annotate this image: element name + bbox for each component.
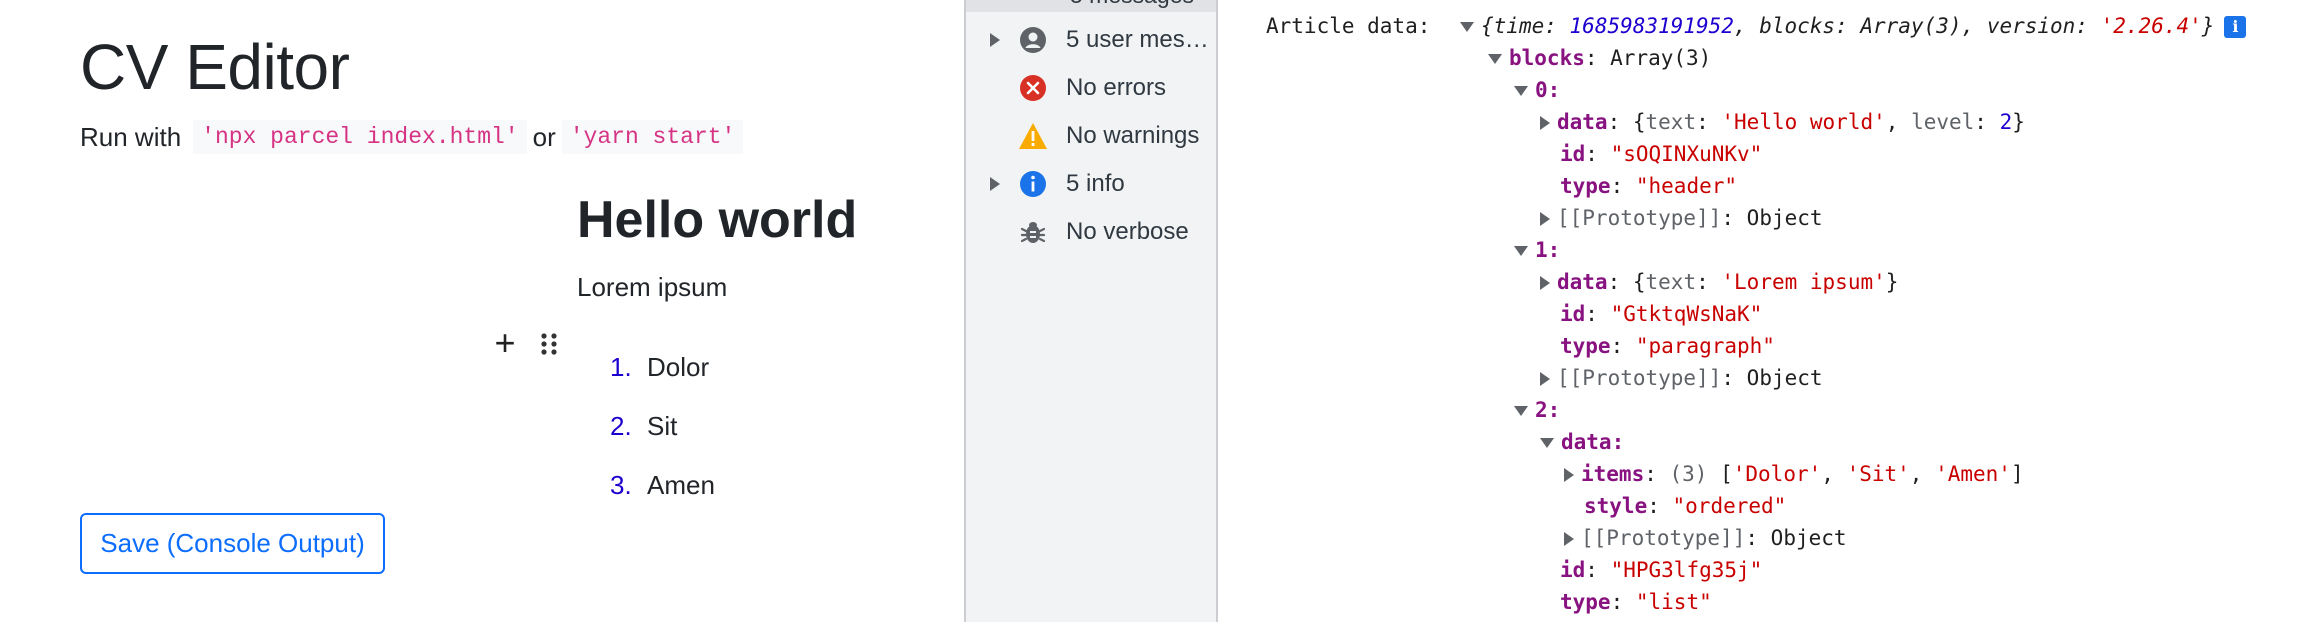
block-0-row[interactable]: 0: bbox=[1514, 74, 1560, 106]
log-label: Article data: bbox=[1266, 14, 1431, 38]
sidebar-item-label: No warnings bbox=[1066, 122, 1200, 149]
expand-arrow-icon[interactable] bbox=[990, 33, 1002, 47]
expand-arrow-icon[interactable] bbox=[1564, 532, 1574, 546]
object-root-row[interactable]: {time: 1685983191952, blocks: Array(3), … bbox=[1460, 10, 2247, 42]
info-icon bbox=[1018, 169, 1048, 199]
sidebar-item-info[interactable]: 5 info bbox=[966, 160, 1216, 208]
expand-arrow-icon[interactable] bbox=[990, 177, 1002, 191]
user-circle-icon bbox=[1018, 25, 1048, 55]
list-item[interactable]: 2. Sit bbox=[610, 397, 715, 456]
sidebar-item-label: No verbose bbox=[1066, 218, 1189, 245]
block-0-type-row: type: "header" bbox=[1560, 174, 1738, 198]
sidebar-item-user-messages[interactable]: 5 user mes… bbox=[966, 16, 1216, 64]
editor-list-block[interactable]: 1. Dolor 2. Sit 3. Amen bbox=[610, 338, 715, 515]
sidebar-item-warnings[interactable]: No warnings bbox=[966, 112, 1216, 160]
sidebar-item-label: 5 info bbox=[1066, 170, 1125, 197]
editor-paragraph-block[interactable]: Lorem ipsum bbox=[577, 272, 727, 303]
list-item-number: 2. bbox=[610, 411, 632, 441]
expand-arrow-icon[interactable] bbox=[1540, 212, 1550, 226]
page-title: CV Editor bbox=[80, 31, 350, 103]
list-item[interactable]: 3. Amen bbox=[610, 456, 715, 515]
expand-arrow-icon[interactable] bbox=[1540, 276, 1550, 290]
block-1-data-row[interactable]: data: {text: 'Lorem ipsum'} bbox=[1540, 266, 1898, 298]
add-block-plus-icon[interactable]: + bbox=[490, 322, 520, 363]
list-item-text: Sit bbox=[647, 411, 678, 441]
block-2-data-row[interactable]: data: bbox=[1540, 426, 1624, 458]
run-prefix: Run with bbox=[80, 121, 182, 152]
sidebar-item-label: 5 user mes… bbox=[1066, 26, 1209, 53]
block-0-prototype-row[interactable]: [[Prototype]]: Object bbox=[1540, 202, 1823, 234]
block-1-id-row: id: "GtktqWsNaK" bbox=[1560, 302, 1763, 326]
run-instructions: Run with 'npx parcel index.html' or 'yar… bbox=[80, 120, 749, 154]
block-2-id-row: id: "HPG3lfg35j" bbox=[1560, 558, 1763, 582]
drag-handle-icon[interactable] bbox=[538, 330, 560, 360]
collapse-arrow-icon[interactable] bbox=[1460, 22, 1474, 32]
sidebar-item-verbose[interactable]: No verbose bbox=[966, 208, 1216, 256]
collapse-arrow-icon[interactable] bbox=[1514, 406, 1528, 416]
block-2-style-row: style: "ordered" bbox=[1584, 494, 1787, 518]
block-2-type-row: type: "list" bbox=[1560, 590, 1712, 614]
command-parcel: 'npx parcel index.html' bbox=[193, 120, 527, 154]
list-item-text: Dolor bbox=[647, 352, 710, 382]
collapse-arrow-icon[interactable] bbox=[1540, 438, 1554, 448]
block-2-inner-prototype-row[interactable]: [[Prototype]]: Object bbox=[1564, 522, 1847, 554]
info-badge-icon[interactable]: i bbox=[2224, 16, 2247, 38]
list-item-text: Amen bbox=[647, 470, 715, 500]
app-pane: CV Editor Run with 'npx parcel index.htm… bbox=[0, 0, 964, 622]
block-0-data-row[interactable]: data: {text: 'Hello world', level: 2} bbox=[1540, 106, 2025, 138]
block-0-id-row: id: "sOQINXuNKv" bbox=[1560, 142, 1763, 166]
list-item-number: 1. bbox=[610, 352, 632, 382]
blocks-row[interactable]: blocks: Array(3) bbox=[1488, 42, 1711, 74]
error-icon bbox=[1018, 73, 1048, 103]
command-yarn: 'yarn start' bbox=[561, 120, 744, 154]
collapse-arrow-icon[interactable] bbox=[1514, 246, 1528, 256]
block-1-row[interactable]: 1: bbox=[1514, 234, 1560, 266]
bug-icon bbox=[1018, 217, 1048, 247]
collapse-arrow-icon[interactable] bbox=[1488, 54, 1502, 64]
expand-arrow-icon[interactable] bbox=[1540, 372, 1550, 386]
console-output: Article data: {time: 1685983191952, bloc… bbox=[1218, 0, 2318, 622]
sidebar-messages-item[interactable]: 5 messages bbox=[966, 0, 1216, 12]
block-2-row[interactable]: 2: bbox=[1514, 394, 1560, 426]
list-item[interactable]: 1. Dolor bbox=[610, 338, 715, 397]
run-or: or bbox=[532, 121, 556, 152]
editor-heading-block[interactable]: Hello world bbox=[577, 190, 857, 250]
expand-arrow-icon[interactable] bbox=[1540, 116, 1550, 130]
sidebar-item-label: No errors bbox=[1066, 74, 1167, 101]
warning-icon bbox=[1018, 121, 1048, 151]
expand-arrow-icon[interactable] bbox=[1564, 468, 1574, 482]
block-2-items-row[interactable]: items: (3) ['Dolor', 'Sit', 'Amen'] bbox=[1564, 458, 2024, 490]
sidebar-item-errors[interactable]: No errors bbox=[966, 64, 1216, 112]
block-1-prototype-row[interactable]: [[Prototype]]: Object bbox=[1540, 362, 1823, 394]
collapse-arrow-icon[interactable] bbox=[1514, 86, 1528, 96]
save-button[interactable]: Save (Console Output) bbox=[80, 513, 385, 574]
list-item-number: 3. bbox=[610, 470, 632, 500]
console-sidebar: 5 messages 5 user mes… No errors No warn… bbox=[964, 0, 1218, 622]
block-1-type-row: type: "paragraph" bbox=[1560, 334, 1775, 358]
